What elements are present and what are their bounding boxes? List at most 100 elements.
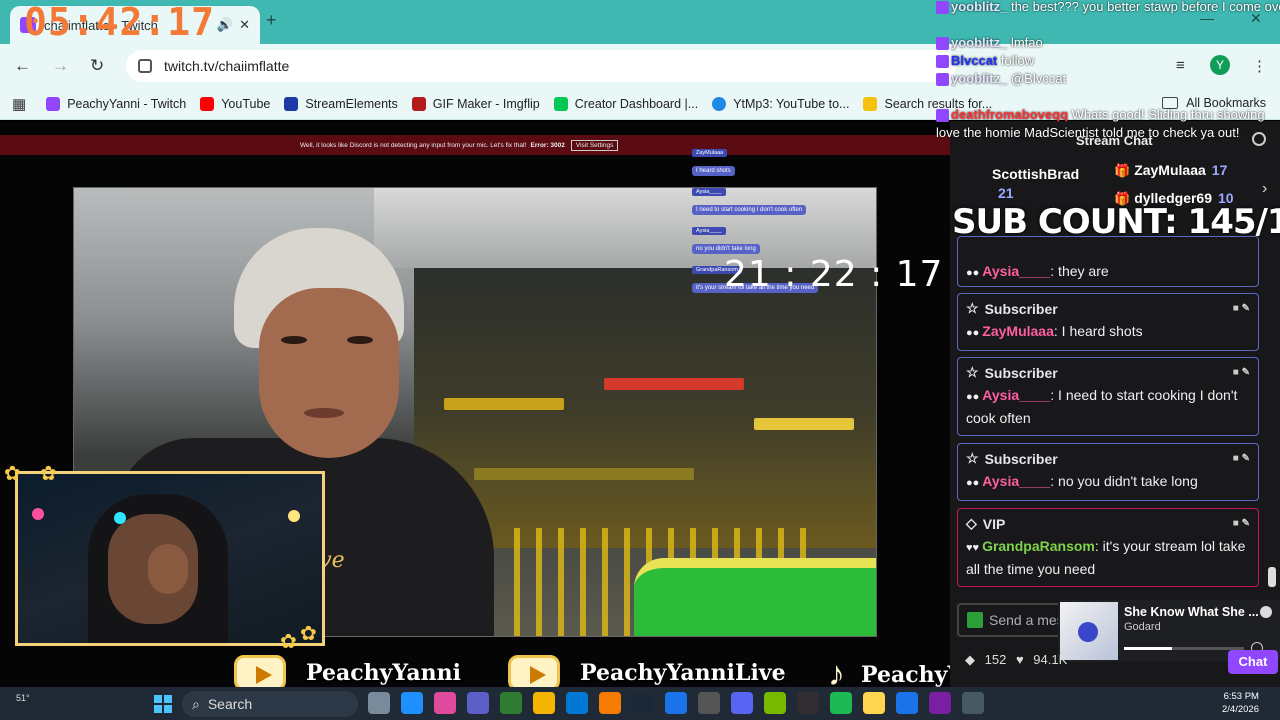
- bookmark-ytmp3[interactable]: YtMp3: YouTube to...: [712, 96, 850, 111]
- bookmark-streamelements[interactable]: StreamElements: [284, 96, 398, 111]
- led-light: [32, 508, 44, 520]
- chat-scrollbar[interactable]: [1268, 567, 1276, 587]
- points-icon: ♥: [1015, 652, 1024, 667]
- spotify-taskbar-icon[interactable]: [830, 692, 852, 714]
- task-view-icon[interactable]: [368, 692, 390, 714]
- chevron-right-icon[interactable]: ›: [1262, 180, 1267, 198]
- float-chat-text: lmfao: [1010, 35, 1043, 50]
- bookmark-label: GIF Maker - Imgflip: [432, 96, 540, 111]
- eye: [281, 336, 307, 344]
- float-chat-line: yooblitz_ lmfao: [936, 34, 1280, 52]
- shelf: [754, 418, 854, 430]
- steam-icon[interactable]: [632, 692, 654, 714]
- settings-icon[interactable]: [962, 692, 984, 714]
- bookmark-creator-dashboard[interactable]: Creator Dashboard |...: [553, 96, 699, 111]
- back-icon[interactable]: ←: [14, 56, 31, 76]
- sub-count: SUB COUNT: 145/160: [952, 202, 1280, 242]
- playback-progress[interactable]: [1124, 647, 1244, 650]
- chrome-icon[interactable]: [665, 692, 687, 714]
- chat-message[interactable]: ☆ Subscriber ■ ✎ ●● Aysia____: no you didn'…: [957, 443, 1259, 501]
- app-icon[interactable]: [929, 692, 951, 714]
- points-count: 94.1K: [1033, 652, 1068, 667]
- chat-message[interactable]: ☆ Subscriber ■ ✎ ●● Aysia____: I need to st…: [957, 357, 1259, 436]
- float-chat-line: yooblitz_ @Blvccat: [936, 70, 1280, 88]
- overlay-clock: 05:42:17: [24, 0, 216, 44]
- stream-player[interactable]: Well, it looks like Discord is not detec…: [0, 121, 1016, 693]
- apps-grid-icon[interactable]: ▦: [12, 95, 26, 113]
- now-playing-artist: Godard: [1124, 621, 1161, 633]
- spotify-icon: [1260, 606, 1272, 618]
- badge-icon: [936, 55, 949, 69]
- youtube-icon: [234, 655, 286, 691]
- badges-icon: ●●: [966, 267, 980, 279]
- chat-text: : they are: [1050, 263, 1109, 279]
- chat-message[interactable]: ◇ VIP ■ ✎ ♥♥ GrandpaRansom: it's your strea…: [957, 508, 1259, 587]
- new-tab-icon[interactable]: +: [266, 10, 277, 31]
- shelf: [444, 398, 564, 410]
- site-info-icon[interactable]: [138, 59, 152, 73]
- bookmark-peachyyanni[interactable]: PeachyYanni - Twitch: [46, 96, 187, 111]
- social-handle: PeachyYanni: [306, 660, 461, 686]
- bookmark-label: YtMp3: YouTube to...: [733, 96, 850, 111]
- flower-decoration: ✿: [40, 463, 57, 485]
- eye: [347, 336, 373, 344]
- app-icon[interactable]: [599, 692, 621, 714]
- message-actions-icon[interactable]: ■ ✎: [1233, 367, 1250, 378]
- taskbar-search[interactable]: ⌕ Search: [182, 691, 358, 717]
- discord-notice-text: Well, it looks like Discord is not detec…: [300, 141, 527, 149]
- chat-text: : no you didn't take long: [1050, 473, 1198, 489]
- chat-text: : I heard shots: [1053, 323, 1143, 339]
- floating-chat-overlay: yooblitz_ the best??? you better stawp b…: [936, 0, 1280, 142]
- mouth: [304, 408, 344, 418]
- reload-icon[interactable]: ↻: [90, 56, 104, 76]
- chat-message[interactable]: ☆ Subscriber ■ ✎ ●● ZayMulaaa: I heard shot…: [957, 293, 1259, 351]
- bookmark-label: PeachyYanni - Twitch: [67, 96, 187, 111]
- bookmark-imgflip[interactable]: GIF Maker - Imgflip: [411, 96, 540, 111]
- notepad-icon[interactable]: [863, 692, 885, 714]
- file-explorer-icon[interactable]: [533, 692, 555, 714]
- speaker-icon[interactable]: 🔊: [217, 17, 233, 33]
- badge-icon: [936, 1, 949, 15]
- message-actions-icon[interactable]: ■ ✎: [1233, 303, 1250, 314]
- windows-start-icon[interactable]: [154, 695, 172, 713]
- store-icon[interactable]: [566, 692, 588, 714]
- xbox-icon[interactable]: [500, 692, 522, 714]
- taskbar: 51° ⌕ Search 6:53 PM 2/4/2026: [0, 687, 1280, 720]
- face: [259, 288, 399, 458]
- chrome-active-icon[interactable]: [896, 692, 918, 714]
- badges-icon: ●●: [966, 391, 980, 403]
- flower-decoration: ✿: [300, 623, 317, 645]
- badge-label: Subscriber: [984, 300, 1058, 317]
- discord-icon[interactable]: [731, 692, 753, 714]
- bookmark-youtube[interactable]: YouTube: [200, 96, 270, 111]
- teams-icon[interactable]: [467, 692, 489, 714]
- emote-icon: [967, 612, 983, 628]
- top-gifter-1: ScottishBrad: [992, 166, 1079, 182]
- edge-icon[interactable]: [401, 692, 423, 714]
- nvidia-icon[interactable]: [764, 692, 786, 714]
- float-chat-user: deathfromaboveqq: [951, 107, 1069, 122]
- chat-username: Aysia____: [982, 263, 1051, 279]
- chat-message-body: ●● Aysia____: no you didn't take long: [966, 471, 1250, 494]
- message-actions-icon[interactable]: ■ ✎: [1233, 453, 1250, 464]
- chat-username: Aysia____: [982, 473, 1051, 489]
- badges-icon: ♥♥: [966, 542, 980, 554]
- address-bar[interactable]: twitch.tv/chaiimflatte: [126, 50, 956, 82]
- youtube-icon: [508, 655, 560, 691]
- overlay-chat-text: I heard shots: [692, 166, 735, 176]
- app-icon[interactable]: [698, 692, 720, 714]
- forward-icon[interactable]: →: [52, 56, 69, 76]
- obs-icon[interactable]: [797, 692, 819, 714]
- system-clock[interactable]: 6:53 PM 2/4/2026: [1222, 690, 1259, 716]
- weather-widget[interactable]: 51°: [16, 693, 30, 703]
- copilot-icon[interactable]: [434, 692, 456, 714]
- chat-button[interactable]: Chat: [1228, 650, 1278, 674]
- close-tab-icon[interactable]: ✕: [239, 17, 250, 33]
- chat-message[interactable]: ●● Aysia____: they are: [957, 236, 1259, 287]
- shelf: [604, 378, 744, 390]
- overlay-chat-text: I need to start cooking I don't cook oft…: [692, 205, 807, 215]
- led-light: [288, 510, 300, 522]
- flower-decoration: ✿: [4, 463, 21, 485]
- message-actions-icon[interactable]: ■ ✎: [1233, 518, 1250, 529]
- bookmark-label: Creator Dashboard |...: [574, 96, 699, 111]
